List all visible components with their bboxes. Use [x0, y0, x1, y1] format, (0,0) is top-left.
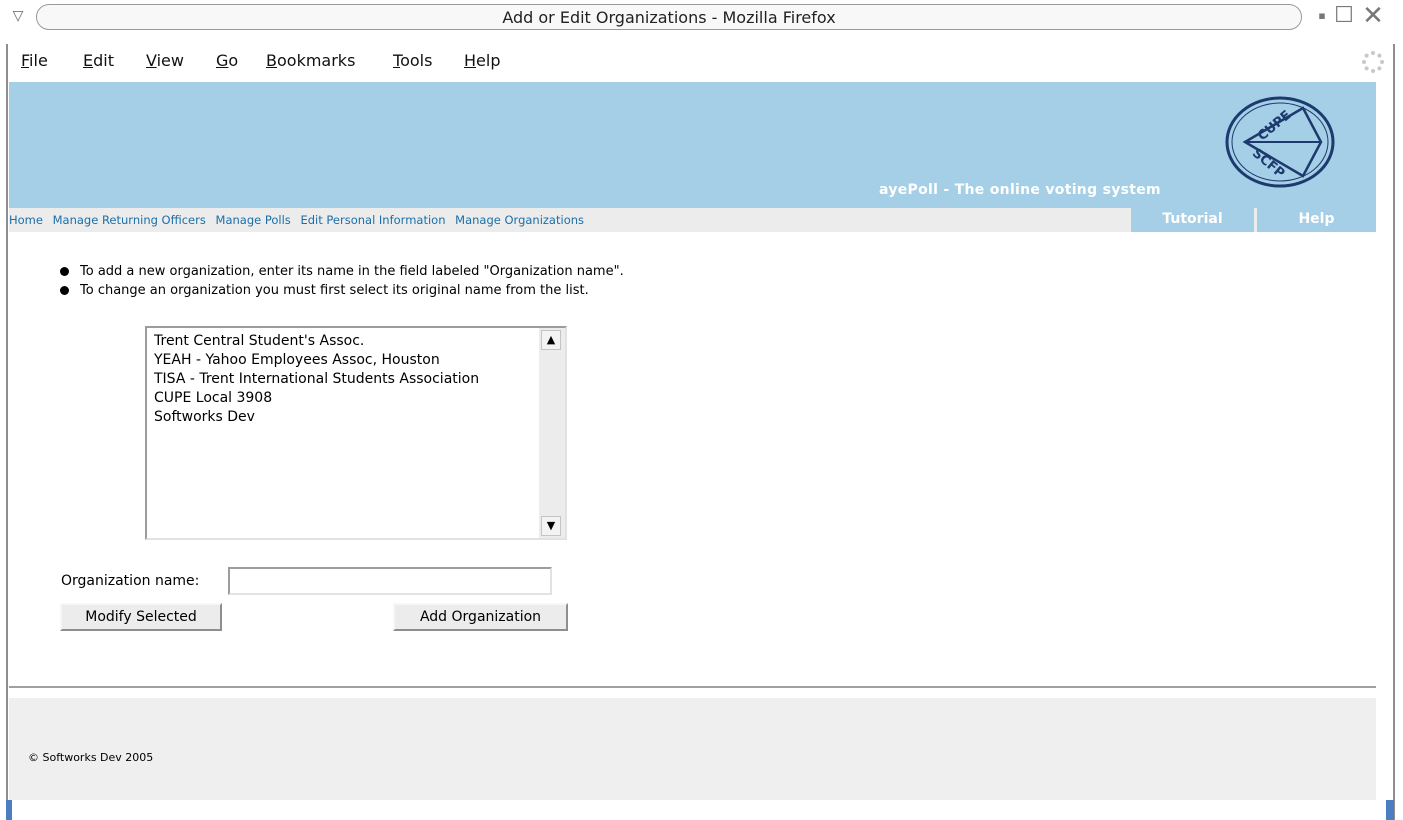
bullet-icon [60, 267, 69, 276]
add-organization-button[interactable]: Add Organization [393, 603, 568, 631]
minimize-icon[interactable]: ▪ [1314, 4, 1330, 28]
menu-help[interactable]: Help [464, 51, 500, 70]
browser-menubar: File Edit View Go Bookmarks Tools Help [9, 46, 1393, 80]
window-frame-right [1393, 44, 1395, 820]
window-corner-left[interactable] [6, 800, 12, 820]
window-title: Add or Edit Organizations - Mozilla Fire… [502, 8, 836, 27]
list-item[interactable]: TISA - Trent International Students Asso… [154, 370, 479, 389]
window-menu-icon[interactable]: ▽ [8, 6, 28, 26]
menu-bookmarks[interactable]: Bookmarks [266, 51, 355, 70]
nav-home[interactable]: Home [9, 213, 43, 227]
nav-bar: Home Manage Returning Officers Manage Po… [9, 208, 1376, 232]
nav-manage-organizations[interactable]: Manage Organizations [455, 213, 584, 227]
instructions-list: To add a new organization, enter its nam… [60, 262, 624, 300]
nav-edit-personal-information[interactable]: Edit Personal Information [300, 213, 445, 227]
nav-manage-polls[interactable]: Manage Polls [216, 213, 291, 227]
window-corner-right[interactable] [1386, 800, 1394, 820]
maximize-icon[interactable]: ☐ [1331, 4, 1357, 28]
page-footer: © Softworks Dev 2005 [9, 698, 1376, 800]
scroll-up-icon[interactable]: ▲ [541, 330, 561, 350]
menu-edit[interactable]: Edit [83, 51, 114, 70]
modify-selected-button[interactable]: Modify Selected [60, 603, 222, 631]
organization-name-input[interactable] [228, 567, 552, 595]
list-item[interactable]: Trent Central Student's Assoc. [154, 332, 479, 351]
list-item[interactable]: Softworks Dev [154, 408, 479, 427]
window-titlebar: ▽ Add or Edit Organizations - Mozilla Fi… [0, 0, 1403, 40]
instruction-item: To add a new organization, enter its nam… [60, 262, 624, 281]
bullet-icon [60, 286, 69, 295]
menu-tools[interactable]: Tools [393, 51, 432, 70]
nav-manage-returning-officers[interactable]: Manage Returning Officers [53, 213, 206, 227]
site-tagline: ayePoll - The online voting system [879, 182, 1161, 198]
organization-name-label: Organization name: [61, 573, 200, 589]
copyright-text: © Softworks Dev 2005 [28, 751, 154, 764]
close-icon[interactable]: ✕ [1360, 3, 1386, 29]
instruction-item: To change an organization you must first… [60, 281, 624, 300]
list-item[interactable]: YEAH - Yahoo Employees Assoc, Houston [154, 351, 479, 370]
cupe-logo: CUPE SCFP [1225, 96, 1335, 188]
list-item[interactable]: CUPE Local 3908 [154, 389, 479, 408]
menu-view[interactable]: View [146, 51, 184, 70]
site-banner: ayePoll - The online voting system [9, 82, 1376, 208]
tutorial-button[interactable]: Tutorial [1131, 208, 1254, 232]
throbber-icon [1362, 51, 1384, 73]
footer-divider [9, 686, 1376, 688]
help-button[interactable]: Help [1257, 208, 1376, 232]
menu-go[interactable]: Go [216, 51, 238, 70]
nav-links: Home Manage Returning Officers Manage Po… [9, 213, 590, 227]
menu-file[interactable]: File [21, 51, 48, 70]
window-title-pill: Add or Edit Organizations - Mozilla Fire… [36, 4, 1302, 30]
scroll-down-icon[interactable]: ▼ [541, 516, 561, 536]
window-frame-left [6, 44, 8, 820]
listbox-scrollbar[interactable]: ▲ ▼ [539, 328, 565, 538]
organizations-options: Trent Central Student's Assoc. YEAH - Ya… [154, 332, 479, 427]
organizations-listbox[interactable]: Trent Central Student's Assoc. YEAH - Ya… [145, 326, 567, 540]
